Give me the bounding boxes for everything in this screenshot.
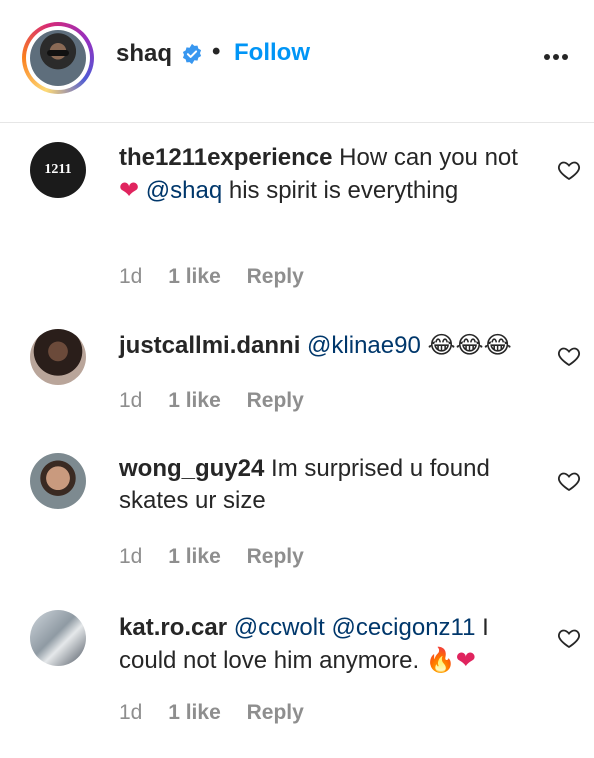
like-heart-icon[interactable]: [556, 626, 582, 650]
avatar: [30, 30, 86, 86]
comment-likes[interactable]: 1 like: [168, 265, 221, 288]
reply-button[interactable]: Reply: [247, 265, 304, 288]
comment-likes[interactable]: 1 like: [168, 389, 221, 412]
heart-emoji: ❤: [119, 176, 140, 204]
heart-emoji: ❤: [455, 646, 476, 674]
post-username[interactable]: shaq: [116, 40, 172, 68]
mention-link[interactable]: @cecigonz11: [331, 614, 475, 641]
reply-button[interactable]: Reply: [247, 389, 304, 412]
post-header: shaq • Follow: [0, 0, 594, 123]
comment-meta: 1d 1 like Reply: [119, 389, 324, 413]
comment-time[interactable]: 1d: [119, 265, 142, 288]
comment-username[interactable]: wong_guy24: [119, 455, 264, 482]
mention-link[interactable]: @klinae90: [307, 332, 421, 359]
more-options-icon[interactable]: [540, 46, 572, 66]
comment-likes[interactable]: 1 like: [168, 545, 221, 568]
comment-time[interactable]: 1d: [119, 701, 142, 724]
commenter-avatar[interactable]: [30, 329, 86, 385]
comment-meta: 1d 1 like Reply: [119, 545, 324, 569]
fire-emoji: 🔥: [425, 646, 456, 674]
comment-body: How can you not: [339, 144, 518, 171]
comment-text: kat.ro.car @ccwolt @cecigonz11 I could n…: [119, 612, 539, 677]
avatar-border: [26, 26, 90, 90]
laughing-emoji: 😂😂😂: [427, 331, 512, 359]
reply-button[interactable]: Reply: [247, 701, 304, 724]
separator-dot: •: [212, 38, 221, 65]
avatar-label: 1211: [44, 162, 72, 177]
comment-meta: 1d 1 like Reply: [119, 265, 324, 289]
comment-username[interactable]: the1211experience: [119, 144, 332, 171]
comment-body-rest: his spirit is everything: [228, 177, 459, 204]
comment-time[interactable]: 1d: [119, 545, 142, 568]
verified-badge-icon: [182, 43, 202, 65]
story-ring[interactable]: [22, 22, 94, 94]
mention-link[interactable]: @shaq: [146, 177, 222, 204]
commenter-avatar[interactable]: [30, 610, 86, 666]
comment-meta: 1d 1 like Reply: [119, 701, 324, 725]
like-heart-icon[interactable]: [556, 158, 582, 182]
commenter-avatar[interactable]: 1211: [30, 142, 86, 198]
comment-username[interactable]: justcallmi.danni: [119, 332, 300, 359]
follow-button[interactable]: Follow: [234, 39, 310, 67]
avatar-glasses: [47, 50, 69, 56]
comment-text: wong_guy24 Im surprised u found skates u…: [119, 453, 539, 517]
reply-button[interactable]: Reply: [247, 545, 304, 568]
comment-time[interactable]: 1d: [119, 389, 142, 412]
like-heart-icon[interactable]: [556, 469, 582, 493]
comment-text: justcallmi.danni @klinae90 😂😂😂: [119, 329, 539, 362]
comment-likes[interactable]: 1 like: [168, 701, 221, 724]
commenter-avatar[interactable]: [30, 453, 86, 509]
mention-link[interactable]: @ccwolt: [234, 614, 325, 641]
like-heart-icon[interactable]: [556, 344, 582, 368]
comment-username[interactable]: kat.ro.car: [119, 614, 227, 641]
comment-text: the1211experience How can you not ❤ @sha…: [119, 142, 539, 207]
